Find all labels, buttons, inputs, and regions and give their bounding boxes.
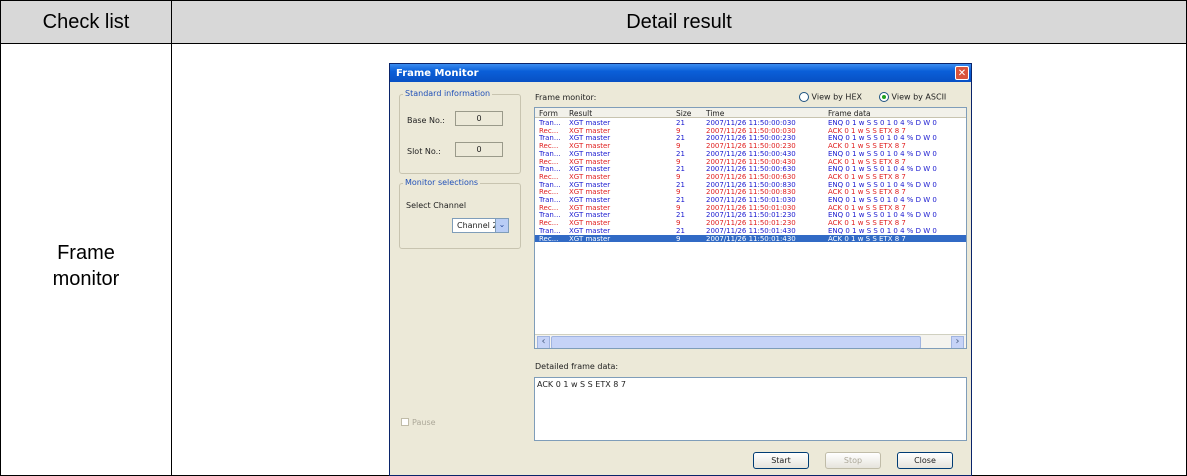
table-row[interactable]: Rec... XGT master 9 2007/11/26 11:50:01:030… — [535, 204, 966, 212]
col-time[interactable]: Time — [706, 109, 724, 118]
view-by-ascii-radio-dot[interactable] — [879, 92, 889, 102]
chevron-down-icon[interactable]: ⌄ — [495, 219, 508, 232]
slot-no-label: Slot No.: — [407, 147, 441, 156]
row-size: 9 — [676, 234, 681, 243]
table-row[interactable]: Rec... XGT master 9 2007/11/26 11:50:00:830… — [535, 188, 966, 196]
slot-no-field: 0 — [455, 142, 503, 157]
standard-info-title: Standard information — [403, 89, 493, 98]
view-by-hex-radio[interactable]: View by HEX — [799, 92, 862, 102]
frame-list-rows: Tran... XGT master 21 2007/11/26 11:50:00:0… — [535, 119, 966, 329]
table-row[interactable]: Rec... XGT master 9 2007/11/26 11:50:01:230… — [535, 219, 966, 227]
detailed-frame-data-box[interactable]: ACK 0 1 w S S ETX 8 7 — [534, 377, 967, 441]
view-by-hex-radio-dot[interactable] — [799, 92, 809, 102]
select-channel-label: Select Channel — [406, 201, 467, 210]
table-row[interactable]: Tran... XGT master 21 2007/11/26 11:50:01:2… — [535, 211, 966, 219]
row-time: 2007/11/26 11:50:01:430 — [706, 234, 796, 243]
row-result: XGT master — [569, 234, 611, 243]
base-no-label: Base No.: — [407, 116, 445, 125]
frame-monitor-label: Frame monitor: — [535, 93, 597, 102]
row-label-frame-monitor: Frame monitor — [52, 242, 120, 290]
table-row[interactable]: Tran... XGT master 21 2007/11/26 11:50:00:0… — [535, 119, 966, 127]
frame-list[interactable]: Form Result Size Time Frame data Tran...… — [534, 107, 967, 349]
scroll-left-icon[interactable]: ‹ — [537, 336, 550, 348]
table-row[interactable]: Rec... XGT master 9 2007/11/26 11:50:01:430… — [535, 234, 966, 243]
view-by-hex-label: View by HEX — [811, 92, 862, 102]
base-no-field: 0 — [455, 111, 503, 126]
col-form[interactable]: Form — [539, 109, 558, 118]
table-row[interactable]: Tran... XGT master 21 2007/11/26 11:50:01:0… — [535, 196, 966, 204]
table-row[interactable]: Tran... XGT master 21 2007/11/26 11:50:00:2… — [535, 134, 966, 142]
horizontal-scrollbar[interactable]: ‹ › — [535, 334, 966, 348]
dialog-titlebar[interactable]: Frame Monitor — [390, 64, 971, 82]
monitor-selections-title: Monitor selections — [403, 178, 481, 187]
table-row[interactable]: Tran... XGT master 21 2007/11/26 11:50:00:8… — [535, 181, 966, 189]
table-row[interactable]: Tran... XGT master 21 2007/11/26 11:50:01:4… — [535, 227, 966, 235]
frame-list-header: Form Result Size Time Frame data — [535, 108, 966, 118]
col-frame-data[interactable]: Frame data — [828, 109, 871, 118]
table-row[interactable]: Rec... XGT master 9 2007/11/26 11:50:00:630… — [535, 173, 966, 181]
stop-button[interactable]: Stop — [825, 452, 881, 469]
pause-checkbox[interactable] — [401, 418, 409, 426]
table-row[interactable]: Tran... XGT master 21 2007/11/26 11:50:00:4… — [535, 150, 966, 158]
pause-label: Pause — [412, 418, 436, 427]
channel-select[interactable]: Channel 2 ⌄ — [452, 218, 509, 233]
table-row[interactable]: Rec... XGT master 9 2007/11/26 11:50:00:230… — [535, 142, 966, 150]
close-button[interactable]: Close — [897, 452, 953, 469]
view-by-ascii-label: View by ASCII — [891, 92, 947, 102]
table-row[interactable]: Rec... XGT master 9 2007/11/26 11:50:00:030… — [535, 127, 966, 135]
frame-monitor-dialog: Frame Monitor ✕ Standard information Bas… — [389, 63, 972, 476]
table-row[interactable]: Rec... XGT master 9 2007/11/26 11:50:00:430… — [535, 158, 966, 166]
header-check-list: Check list — [0, 0, 172, 44]
col-result[interactable]: Result — [569, 109, 592, 118]
standard-info-group — [399, 94, 521, 174]
dialog-title: Frame Monitor — [396, 67, 479, 79]
start-button[interactable]: Start — [753, 452, 809, 469]
detailed-frame-data-label: Detailed frame data: — [535, 362, 619, 371]
monitor-selections-group — [399, 183, 521, 249]
scroll-right-icon[interactable]: › — [951, 336, 964, 348]
channel-select-value: Channel 2 — [457, 221, 498, 230]
row-frame-data: ACK 0 1 w S S ETX 8 7 — [828, 234, 906, 243]
header-detail-result: Detail result — [171, 0, 1187, 44]
detailed-frame-data-value: ACK 0 1 w S S ETX 8 7 — [537, 380, 626, 389]
table-row[interactable]: Tran... XGT master 21 2007/11/26 11:50:00:6… — [535, 165, 966, 173]
view-by-ascii-radio[interactable]: View by ASCII — [879, 92, 946, 102]
close-icon[interactable]: ✕ — [955, 66, 969, 80]
header-check-list-text: Check list — [42, 10, 130, 33]
row-form: Rec... — [539, 234, 559, 243]
header-detail-result-text: Detail result — [626, 10, 732, 33]
col-size[interactable]: Size — [676, 109, 691, 118]
scroll-thumb[interactable] — [551, 336, 921, 348]
